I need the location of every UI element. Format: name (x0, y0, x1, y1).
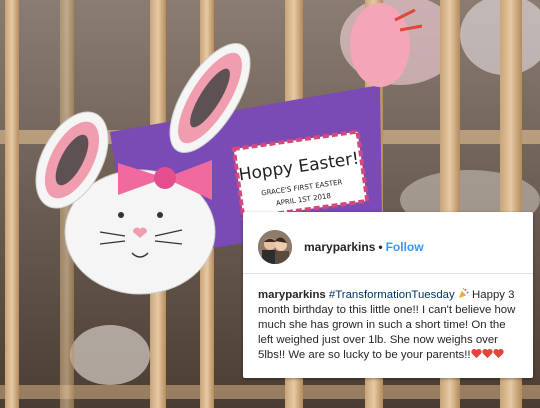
post-username[interactable]: maryparkins (304, 240, 375, 254)
red-heart-icon (492, 348, 504, 359)
caption-hashtag[interactable]: #TransformationTuesday (329, 289, 455, 301)
instagram-post-card: maryparkins • Follow maryparkins #Transfor… (243, 212, 533, 378)
caption-username[interactable]: maryparkins (258, 289, 326, 301)
separator-dot: • (378, 240, 383, 254)
post-caption: maryparkins #TransformationTuesday Happy… (258, 288, 520, 363)
red-heart-icon (481, 348, 493, 359)
profile-photo-icon (258, 230, 292, 264)
avatar[interactable] (258, 230, 292, 264)
follow-button[interactable]: Follow (386, 240, 424, 254)
red-heart-icon (470, 348, 482, 359)
post-header: maryparkins • Follow (243, 212, 533, 274)
party-popper-icon (458, 288, 469, 299)
